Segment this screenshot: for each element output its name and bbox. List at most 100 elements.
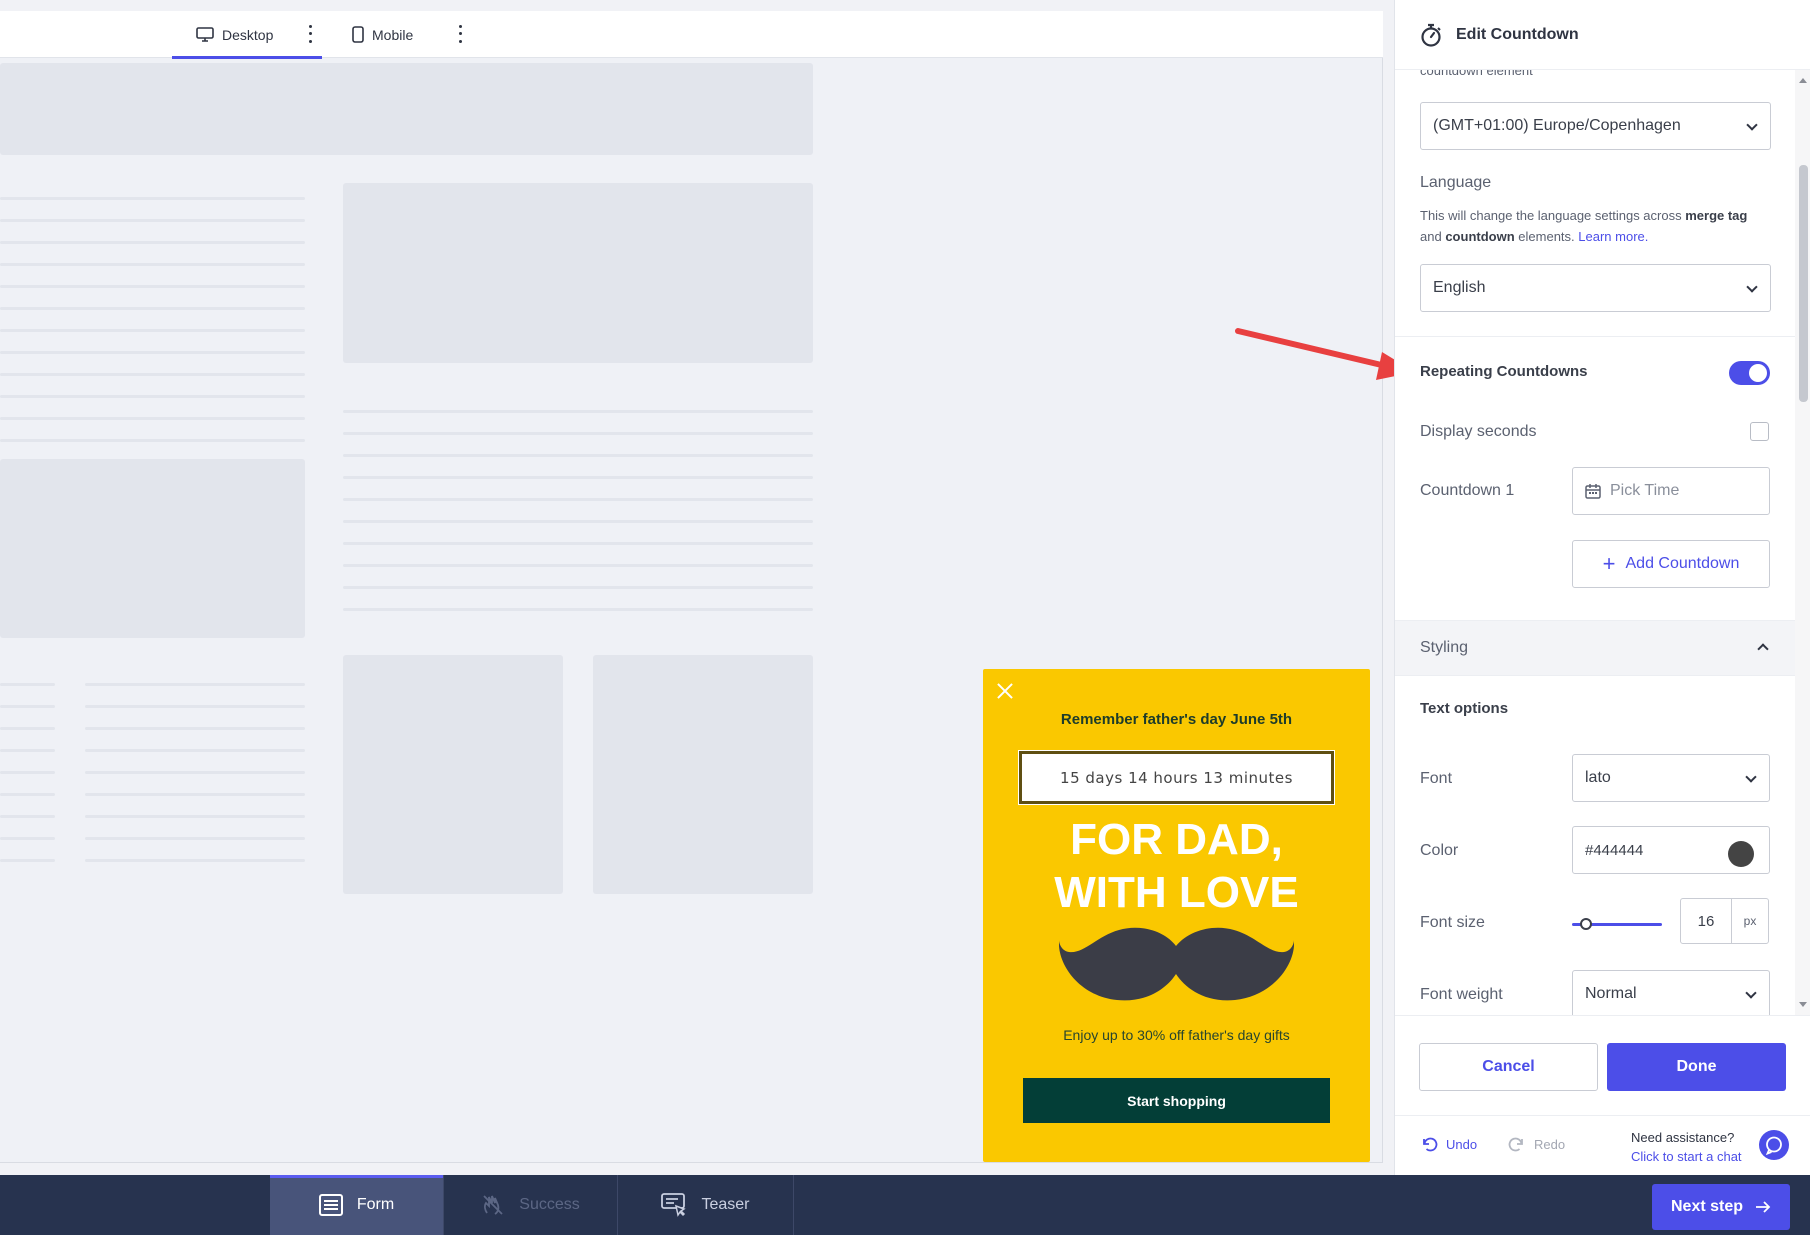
styling-section-header[interactable]: Styling — [1395, 620, 1795, 676]
redo-icon — [1508, 1137, 1523, 1152]
font-size-slider[interactable] — [1572, 917, 1662, 931]
popup-headline-line1: FOR DAD, — [1070, 815, 1283, 864]
tab-mobile[interactable]: Mobile — [352, 11, 413, 58]
tab-desktop[interactable]: Desktop — [172, 11, 322, 59]
step-teaser[interactable]: Teaser — [618, 1175, 793, 1235]
font-weight-label: Font weight — [1420, 986, 1503, 1003]
placeholder-line — [0, 859, 55, 862]
step-form[interactable]: Form — [270, 1175, 443, 1235]
pick-time-placeholder: Pick Time — [1610, 482, 1680, 499]
top-strip — [0, 0, 1395, 10]
chevron-down-icon — [1745, 987, 1757, 999]
assist-question: Need assistance? — [1631, 1130, 1735, 1145]
countdown-timer[interactable]: 15 days 14 hours 13 minutes — [1018, 750, 1335, 805]
teaser-icon — [661, 1193, 687, 1217]
placeholder-line — [343, 476, 813, 479]
chat-bubble-icon — [1765, 1136, 1782, 1156]
panel-scroll-area[interactable]: countdown element (GMT+01:00) Europe/Cop… — [1395, 70, 1795, 1015]
placeholder-line — [85, 815, 305, 818]
placeholder-line — [0, 439, 305, 442]
placeholder-image — [343, 183, 813, 363]
desktop-options-icon[interactable] — [302, 23, 318, 45]
placeholder-line — [343, 586, 813, 589]
undo-label: Undo — [1446, 1136, 1478, 1152]
placeholder-line — [0, 727, 55, 730]
font-size-input[interactable]: 16 — [1680, 898, 1732, 944]
start-chat-link[interactable]: Click to start a chat — [1631, 1147, 1742, 1166]
chevron-down-icon — [1746, 281, 1758, 293]
placeholder-line — [85, 859, 305, 862]
timezone-label: countdown element — [1420, 70, 1533, 78]
start-shopping-button[interactable]: Start shopping — [1023, 1078, 1330, 1123]
step-success[interactable]: Success — [444, 1175, 617, 1235]
language-value: English — [1433, 279, 1486, 296]
placeholder-line — [85, 727, 305, 730]
placeholder-line — [0, 837, 55, 840]
next-step-button[interactable]: Next step — [1652, 1184, 1790, 1230]
placeholder-line — [0, 771, 55, 774]
placeholder-line — [85, 837, 305, 840]
placeholder-line — [0, 197, 305, 200]
repeating-countdowns-toggle[interactable] — [1729, 361, 1770, 385]
panel-scrollbar[interactable] — [1795, 70, 1810, 1015]
stopwatch-icon — [1421, 23, 1441, 47]
placeholder-line — [0, 749, 55, 752]
placeholder-line — [85, 771, 305, 774]
placeholder-line — [0, 815, 55, 818]
chevron-down-icon — [1746, 119, 1758, 131]
assistance: Need assistance? Click to start a chat — [1631, 1128, 1742, 1166]
form-icon — [318, 1194, 343, 1216]
desktop-icon — [196, 26, 214, 42]
color-value: #444444 — [1585, 841, 1644, 859]
display-seconds-checkbox[interactable] — [1750, 422, 1769, 441]
placeholder-line — [343, 520, 813, 523]
popup-headline-line2: WITH LOVE — [1054, 868, 1299, 917]
pick-time-input[interactable]: Pick Time — [1572, 467, 1770, 515]
tab-desktop-label: Desktop — [222, 26, 274, 43]
language-select[interactable]: English — [1420, 264, 1771, 312]
arrow-right-icon — [1756, 1201, 1771, 1213]
language-label: Language — [1420, 174, 1492, 191]
chevron-up-icon — [1757, 643, 1769, 655]
placeholder-line — [343, 498, 813, 501]
panel-header: Edit Countdown — [1395, 0, 1810, 70]
placeholder-banner — [0, 63, 813, 155]
close-icon[interactable] — [995, 681, 1015, 701]
add-countdown-label: Add Countdown — [1625, 555, 1740, 572]
undo-button[interactable]: Undo — [1420, 1136, 1477, 1152]
styling-label: Styling — [1420, 639, 1469, 656]
placeholder-line — [0, 417, 305, 420]
slider-handle[interactable] — [1580, 918, 1592, 930]
panel-title: Edit Countdown — [1456, 25, 1579, 43]
placeholder-line — [85, 749, 305, 752]
timezone-select[interactable]: (GMT+01:00) Europe/Copenhagen — [1420, 102, 1771, 150]
font-value: lato — [1585, 769, 1611, 786]
placeholder-line — [343, 432, 813, 435]
popup-heading: Remember father's day June 5th — [1060, 711, 1293, 728]
placeholder-line — [343, 454, 813, 457]
placeholder-line — [0, 373, 305, 376]
font-weight-value: Normal — [1585, 985, 1637, 1002]
success-hand-icon — [483, 1195, 503, 1215]
edit-panel: Edit Countdown countdown element (GMT+01… — [1394, 0, 1810, 1175]
font-weight-select[interactable]: Normal — [1572, 970, 1770, 1015]
learn-more-link[interactable]: Learn more. — [1578, 229, 1648, 244]
add-countdown-button[interactable]: + Add Countdown — [1572, 540, 1770, 588]
cancel-button[interactable]: Cancel — [1419, 1043, 1598, 1091]
color-swatch[interactable] — [1728, 841, 1754, 867]
placeholder-line — [0, 705, 55, 708]
scroll-down-icon[interactable] — [1799, 1002, 1807, 1007]
tab-mobile-label: Mobile — [372, 26, 414, 43]
placeholder-line — [85, 683, 305, 686]
scrollbar-thumb[interactable] — [1799, 165, 1808, 402]
redo-button[interactable]: Redo — [1508, 1136, 1565, 1152]
scroll-up-icon[interactable] — [1799, 78, 1807, 83]
font-select[interactable]: lato — [1572, 754, 1770, 802]
mobile-options-icon[interactable] — [452, 23, 468, 45]
placeholder-line — [0, 219, 305, 222]
done-button[interactable]: Done — [1607, 1043, 1786, 1091]
popup-form[interactable]: Remember father's day June 5th 15 days 1… — [983, 669, 1370, 1162]
placeholder-line — [0, 263, 305, 266]
placeholder-line — [0, 351, 305, 354]
chat-button[interactable] — [1759, 1130, 1789, 1160]
